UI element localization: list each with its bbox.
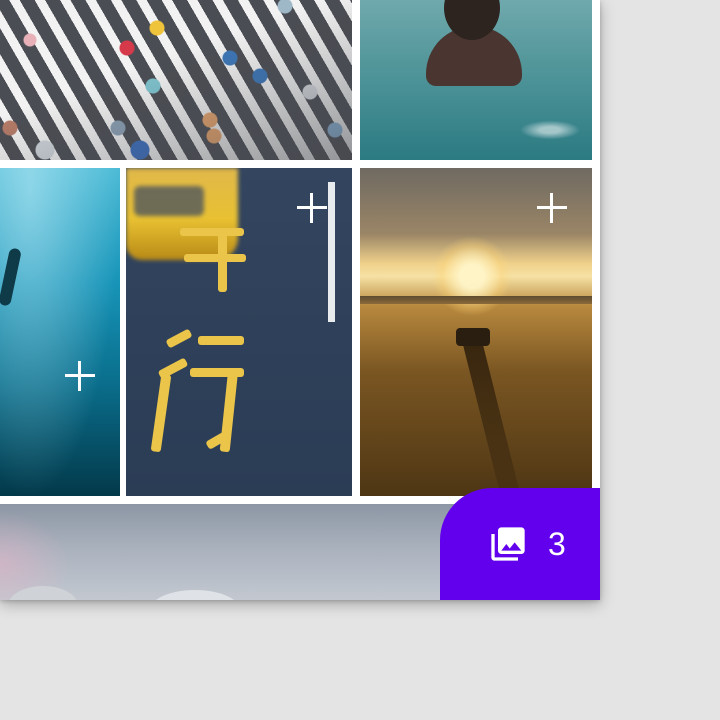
diver-silhouette (0, 247, 22, 307)
long-shadow (463, 346, 521, 496)
underwater-photo[interactable] (0, 168, 120, 496)
taxi-road-photo[interactable] (126, 168, 352, 496)
taxi-window (134, 186, 204, 216)
road-marking-stroke (218, 228, 227, 292)
beach-sunset-photo[interactable] (360, 168, 592, 496)
horizon-line (360, 296, 592, 304)
selection-count: 3 (548, 526, 566, 562)
sun-glow (432, 236, 512, 316)
add-icon[interactable] (537, 193, 567, 223)
horse-and-rider-silhouette (456, 328, 490, 346)
swimmer-photo[interactable] (360, 0, 592, 160)
dome (8, 586, 78, 600)
lane-marking (328, 182, 335, 322)
crosswalk-photo[interactable] (0, 0, 352, 160)
selection-count-button[interactable]: 3 (440, 488, 600, 600)
road-marking-stroke (150, 373, 172, 453)
photo-library-icon (491, 527, 525, 561)
road-marking-stroke (198, 336, 244, 345)
road-marking-stroke (184, 254, 246, 262)
add-icon[interactable] (297, 193, 327, 223)
photo-gallery-screen: 3 (0, 0, 600, 600)
dome (150, 590, 240, 600)
add-icon[interactable] (65, 361, 95, 391)
road-marking-stroke (165, 328, 193, 349)
road-marking-stroke (180, 228, 244, 236)
